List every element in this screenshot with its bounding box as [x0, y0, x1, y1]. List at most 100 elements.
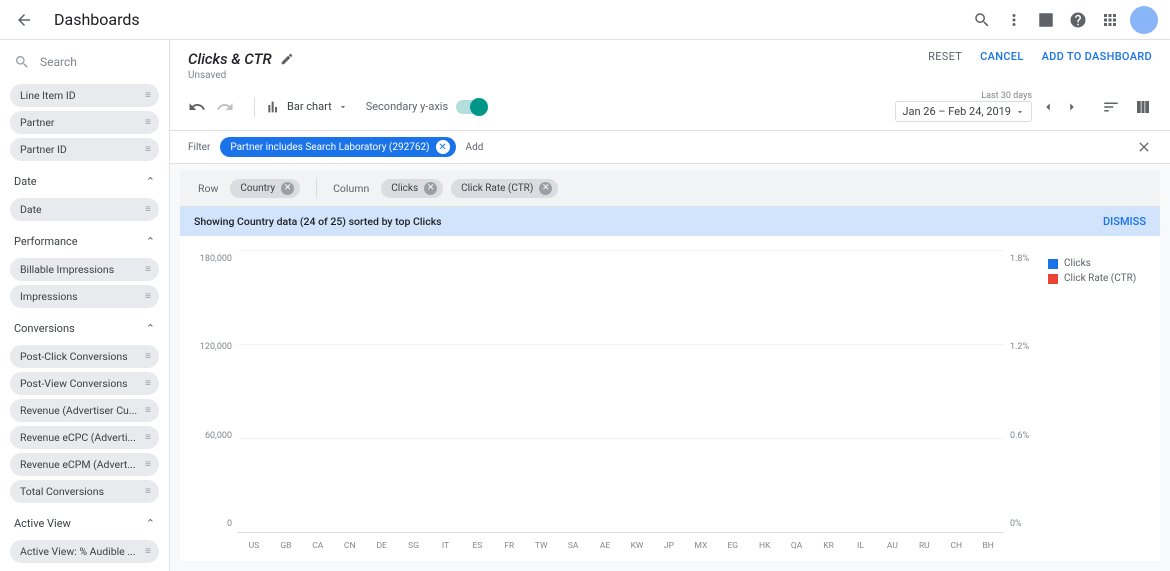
content: Clicks & CTR Unsaved RESET CANCEL ADD TO…: [170, 40, 1170, 571]
remove-filter-icon[interactable]: ✕: [436, 140, 450, 154]
metric-pill[interactable]: Billable Impressions≡: [10, 258, 159, 281]
info-bar: Showing Country data (24 of 25) sorted b…: [180, 207, 1160, 236]
x-tick: KW: [621, 541, 653, 551]
dismiss-button[interactable]: DISMISS: [1103, 215, 1146, 228]
legend-ctr: Click Rate (CTR): [1064, 273, 1136, 284]
x-tick: KR: [813, 541, 845, 551]
dimension-pill[interactable]: Line Item ID≡: [10, 84, 159, 107]
remove-row-icon[interactable]: ✕: [281, 182, 294, 195]
column-chip[interactable]: Click Rate (CTR)✕: [451, 179, 558, 198]
help-icon[interactable]: [1062, 4, 1094, 36]
title-bar: Clicks & CTR Unsaved RESET CANCEL ADD TO…: [170, 40, 1170, 85]
add-to-dashboard-button[interactable]: ADD TO DASHBOARD: [1042, 50, 1152, 63]
x-tick: CA: [302, 541, 334, 551]
secondary-axis-toggle[interactable]: [456, 100, 486, 114]
x-tick: MX: [685, 541, 717, 551]
date-range-picker[interactable]: Jan 26 – Feb 24, 2019: [895, 101, 1032, 122]
dimension-pill[interactable]: Partner ID≡: [10, 138, 159, 161]
x-tick: ES: [461, 541, 493, 551]
chart-subtitle: Unsaved: [188, 70, 294, 81]
remove-column-icon[interactable]: ✕: [539, 182, 552, 195]
metric-pill[interactable]: Total Conversions≡: [10, 480, 159, 503]
reset-button[interactable]: RESET: [928, 50, 962, 63]
x-tick: RU: [908, 541, 940, 551]
metric-pill[interactable]: Revenue (Advertiser Cu...≡: [10, 399, 159, 422]
x-tick: SG: [398, 541, 430, 551]
chevron-up-icon: ⌃: [146, 235, 155, 248]
row-column-bar: Row Country ✕ Column Clicks✕ Click Rate (…: [180, 170, 1160, 207]
close-filter-icon[interactable]: [1136, 139, 1152, 155]
more-icon[interactable]: [998, 4, 1030, 36]
prev-period-button[interactable]: [1036, 95, 1060, 119]
filter-label: Filter: [188, 142, 210, 153]
metric-pill[interactable]: Revenue eCPM (Advert...≡: [10, 453, 159, 476]
metric-pill[interactable]: Impressions≡: [10, 285, 159, 308]
section-header[interactable]: Conversions⌃: [10, 312, 159, 341]
remove-column-icon[interactable]: ✕: [424, 182, 437, 195]
y-axis-right: 1.8%1.2%0.6%0%: [1004, 250, 1040, 553]
section-header[interactable]: Active View⌃: [10, 507, 159, 536]
row-chip[interactable]: Country ✕: [230, 179, 300, 198]
x-tick: US: [238, 541, 270, 551]
chart: 180,000120,00060,0000: [180, 236, 1160, 561]
dimension-pill[interactable]: Partner≡: [10, 111, 159, 134]
sidebar-search-placeholder: Search: [40, 55, 77, 69]
metric-pill[interactable]: Post-View Conversions≡: [10, 372, 159, 395]
redo-icon[interactable]: [216, 98, 234, 116]
sidebar-search[interactable]: Search: [0, 44, 169, 80]
chart-title: Clicks & CTR: [188, 50, 272, 68]
next-period-button[interactable]: [1060, 95, 1084, 119]
chart-type-label: Bar chart: [287, 100, 332, 113]
sort-icon[interactable]: [1102, 98, 1120, 116]
x-tick: DE: [366, 541, 398, 551]
x-tick: EG: [717, 541, 749, 551]
undo-icon[interactable]: [188, 98, 206, 116]
app-title: Dashboards: [54, 10, 140, 29]
metric-pill[interactable]: Post-Click Conversions≡: [10, 345, 159, 368]
x-tick: AE: [589, 541, 621, 551]
x-tick: GB: [270, 541, 302, 551]
filter-chip[interactable]: Partner includes Search Laboratory (2927…: [220, 137, 455, 157]
analytics-icon[interactable]: [1030, 4, 1062, 36]
chevron-down-icon: [1015, 107, 1025, 117]
chevron-up-icon: ⌃: [146, 322, 155, 335]
x-tick: FR: [493, 541, 525, 551]
row-label: Row: [198, 182, 218, 195]
plot-area: [238, 250, 1004, 533]
info-text: Showing Country data (24 of 25) sorted b…: [194, 215, 442, 228]
filter-chip-text: Partner includes Search Laboratory (2927…: [230, 142, 429, 153]
x-tick: AU: [876, 541, 908, 551]
sidebar: Search Line Item ID≡ Partner≡ Partner ID≡ D…: [0, 40, 170, 571]
chevron-down-icon: [338, 102, 348, 112]
bar-chart-icon: [265, 99, 281, 115]
metric-pill[interactable]: Date≡: [10, 198, 159, 221]
cancel-button[interactable]: CANCEL: [980, 50, 1023, 63]
column-chip[interactable]: Clicks✕: [381, 179, 443, 198]
x-tick: SA: [557, 541, 589, 551]
search-icon[interactable]: [966, 4, 998, 36]
toolbar: Bar chart Secondary y-axis Last 30 days …: [170, 85, 1170, 131]
x-axis-labels: USGBCACNDESGITESFRTWSAAEKWJPMXEGHKQAKRIL…: [238, 541, 1004, 551]
back-button[interactable]: [12, 8, 36, 32]
section-header[interactable]: Performance⌃: [10, 225, 159, 254]
column-label: Column: [333, 182, 369, 195]
avatar[interactable]: [1130, 6, 1158, 34]
apps-icon[interactable]: [1094, 4, 1126, 36]
columns-icon[interactable]: [1134, 98, 1152, 116]
legend-clicks: Clicks: [1064, 258, 1091, 269]
chart-type-selector[interactable]: Bar chart: [265, 99, 348, 115]
x-tick: BH: [972, 541, 1004, 551]
filter-bar: Filter Partner includes Search Laborator…: [170, 131, 1170, 164]
date-hint: Last 30 days: [895, 91, 1032, 101]
legend-swatch-ctr: [1048, 274, 1058, 284]
x-tick: HK: [749, 541, 781, 551]
secondary-axis-label: Secondary y-axis: [366, 100, 448, 113]
edit-title-icon[interactable]: [280, 52, 294, 66]
add-filter-button[interactable]: Add: [466, 142, 484, 153]
chevron-up-icon: ⌃: [146, 175, 155, 188]
date-range-text: Jan 26 – Feb 24, 2019: [902, 105, 1011, 118]
metric-pill[interactable]: Active View: % Audible ...≡: [10, 540, 159, 563]
section-header[interactable]: Date⌃: [10, 165, 159, 194]
metric-pill[interactable]: Revenue eCPC (Adverti...≡: [10, 426, 159, 449]
app-bar: Dashboards: [0, 0, 1170, 40]
